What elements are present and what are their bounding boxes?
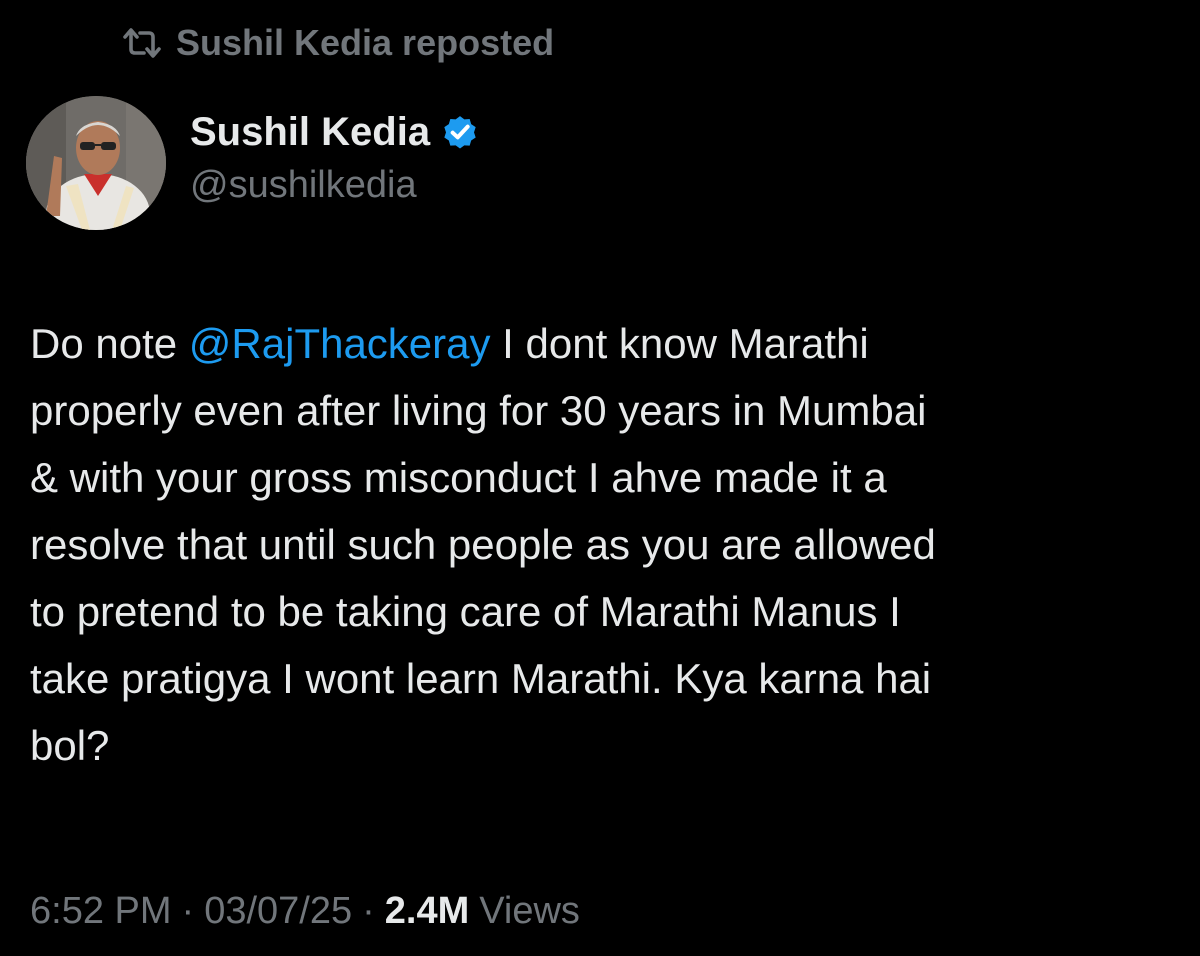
mention-link[interactable]: @RajThackeray (189, 320, 491, 367)
tweet-line: to pretend to be taking care of Marathi … (30, 588, 901, 635)
tweet-line: properly even after living for 30 years … (30, 387, 927, 434)
tweet-text-segment: Do note (30, 320, 189, 367)
repost-icon (122, 27, 162, 59)
author-handle[interactable]: @sushilkedia (190, 164, 480, 207)
tweet-line: take pratigya I wont learn Marathi. Kya … (30, 655, 932, 702)
tweet-text: Do note @RajThackeray I dont know Marath… (30, 310, 1180, 779)
tweet-line: resolve that until such people as you ar… (30, 521, 936, 568)
meta-separator: · (181, 889, 195, 932)
tweet-text-segment: I dont know Marathi (490, 320, 869, 367)
views-label: Views (479, 889, 580, 932)
repost-indicator[interactable]: Sushil Kedia reposted (122, 20, 554, 66)
author-block[interactable]: Sushil Kedia @sushilkedia (190, 104, 480, 207)
meta-separator: · (362, 889, 375, 932)
verified-badge-icon (440, 112, 480, 152)
tweet-line: bol? (30, 722, 110, 769)
tweet-meta: 6:52 PM · 03/07/25 · 2.4M Views (30, 884, 580, 938)
tweet-time[interactable]: 6:52 PM (30, 890, 172, 933)
tweet-line: & with your gross misconduct I ahve made… (30, 454, 887, 501)
author-name[interactable]: Sushil Kedia (190, 110, 430, 155)
tweet-date[interactable]: 03/07/25 (204, 890, 352, 933)
views-count[interactable]: 2.4M (385, 890, 469, 933)
avatar[interactable] (26, 96, 166, 230)
tweet-line: Do note @RajThackeray I dont know Marath… (30, 310, 1180, 377)
repost-label: Sushil Kedia reposted (176, 22, 555, 63)
